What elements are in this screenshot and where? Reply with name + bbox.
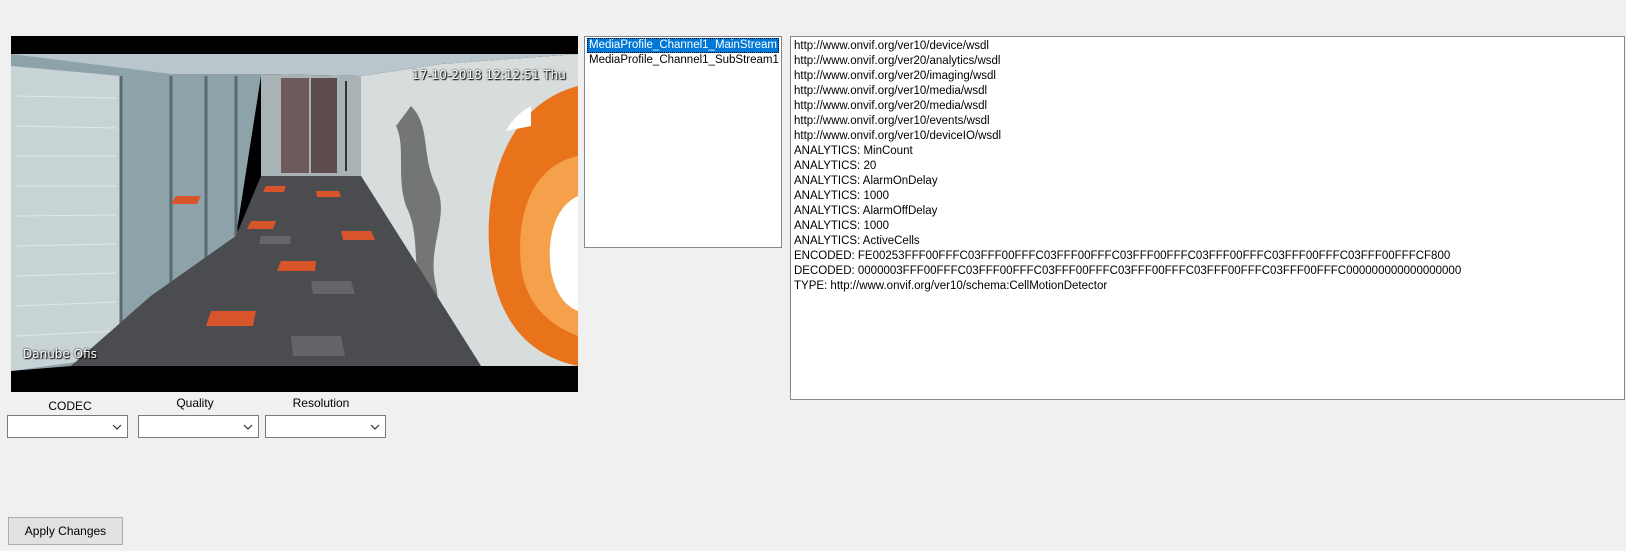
- info-line: ENCODED: FE00253FFF00FFFC03FFF00FFFC03FF…: [794, 250, 1451, 262]
- camera-name-overlay: Danube Ofis: [23, 347, 97, 361]
- camera-preview: 17-10-2018 12:12:51 Thu Danube Ofis: [11, 36, 578, 392]
- chevron-down-icon: [112, 424, 122, 430]
- info-line: http://www.onvif.org/ver10/deviceIO/wsdl: [794, 130, 1002, 142]
- info-line: ANALYTICS: AlarmOffDelay: [794, 205, 938, 217]
- info-line: http://www.onvif.org/ver20/analytics/wsd…: [794, 55, 1001, 67]
- info-line: ANALYTICS: MinCount: [794, 145, 913, 157]
- info-line: ANALYTICS: 20: [794, 160, 877, 172]
- apply-changes-button[interactable]: Apply Changes: [8, 517, 123, 545]
- resolution-label: Resolution: [292, 396, 350, 410]
- info-line: http://www.onvif.org/ver10/media/wsdl: [794, 85, 988, 97]
- list-item-sub-stream[interactable]: MediaProfile_Channel1_SubStream1: [587, 53, 779, 68]
- info-line: DECODED: 0000003FFF00FFFC03FFF00FFFC03FF…: [794, 265, 1462, 277]
- info-line: http://www.onvif.org/ver20/imaging/wsdl: [794, 70, 996, 82]
- info-line: http://www.onvif.org/ver10/events/wsdl: [794, 115, 990, 127]
- info-line: ANALYTICS: 1000: [794, 190, 890, 202]
- device-info-textbox[interactable]: http://www.onvif.org/ver10/device/wsdl h…: [790, 36, 1625, 400]
- camera-timestamp: 17-10-2018 12:12:51 Thu: [412, 68, 566, 82]
- chevron-down-icon: [370, 424, 380, 430]
- media-profile-list[interactable]: MediaProfile_Channel1_MainStream MediaPr…: [584, 36, 782, 248]
- info-line: http://www.onvif.org/ver10/device/wsdl: [794, 40, 989, 52]
- info-line: ANALYTICS: AlarmOnDelay: [794, 175, 938, 187]
- quality-label: Quality: [176, 396, 214, 410]
- info-line: http://www.onvif.org/ver20/media/wsdl: [794, 100, 988, 112]
- info-line: ANALYTICS: 1000: [794, 220, 890, 232]
- camera-image: [11, 36, 578, 392]
- info-line: TYPE: http://www.onvif.org/ver10/schema:…: [794, 280, 1108, 292]
- chevron-down-icon: [243, 424, 253, 430]
- resolution-select[interactable]: [265, 415, 386, 438]
- codec-label: CODEC: [48, 399, 92, 413]
- quality-select[interactable]: [138, 415, 259, 438]
- info-line: ANALYTICS: ActiveCells: [794, 235, 920, 247]
- codec-select[interactable]: [7, 415, 128, 438]
- list-item-main-stream[interactable]: MediaProfile_Channel1_MainStream: [587, 38, 779, 53]
